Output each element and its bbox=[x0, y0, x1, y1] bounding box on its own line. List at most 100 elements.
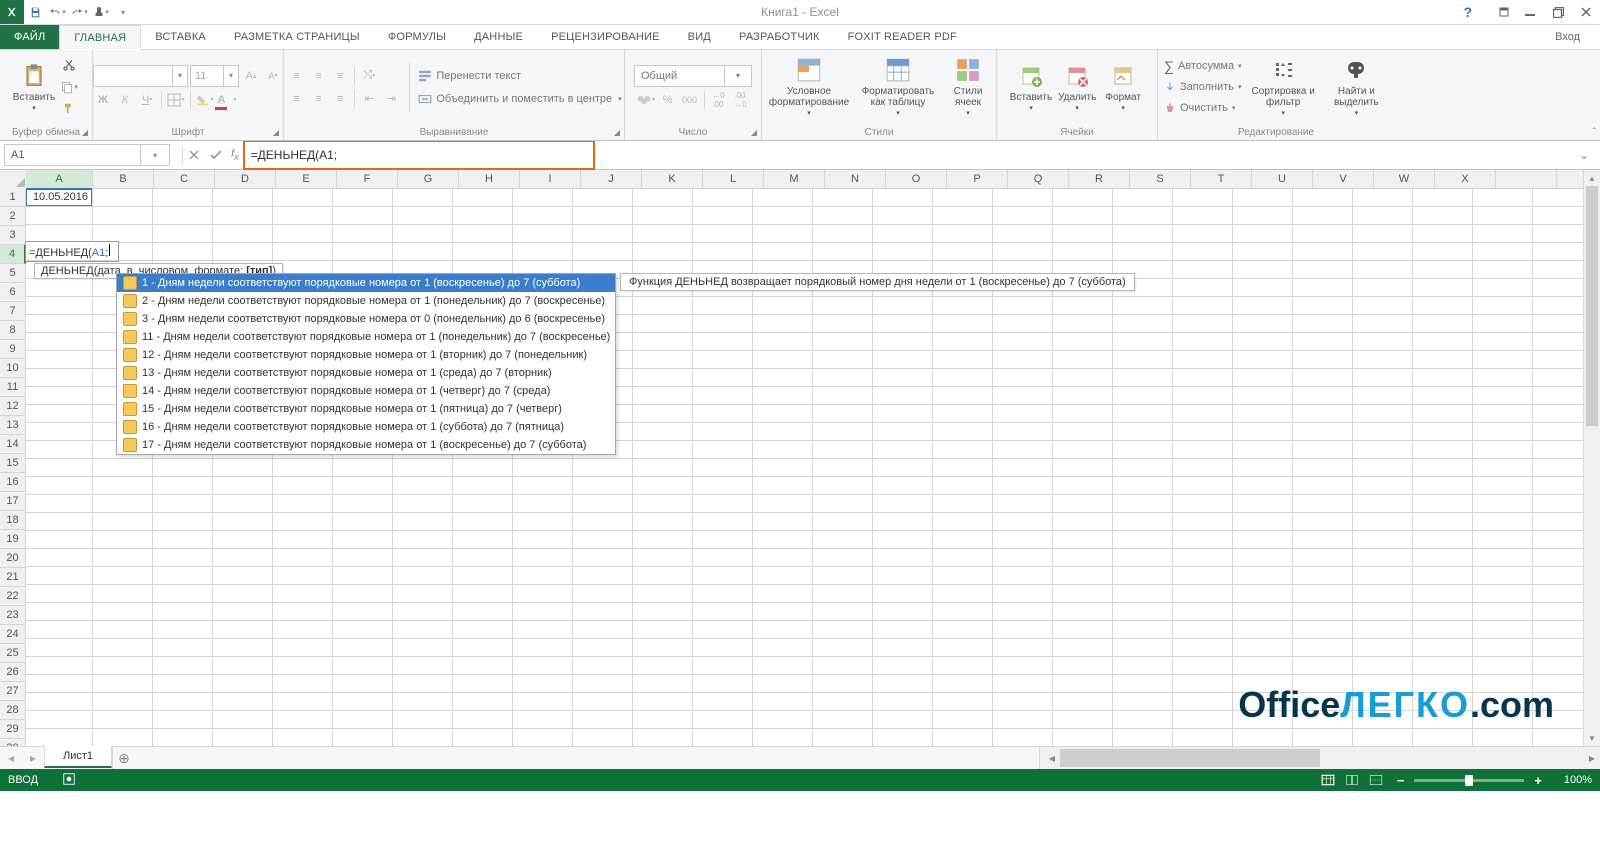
dropdown-item[interactable]: 13 - Дням недели соответствуют порядковы… bbox=[117, 364, 615, 382]
cancel-formula-icon[interactable] bbox=[183, 141, 205, 169]
row-header-27[interactable]: 27 bbox=[0, 682, 26, 701]
row-header-4[interactable]: 4 bbox=[0, 245, 26, 264]
row-header-1[interactable]: 1 bbox=[0, 188, 26, 207]
tab-view[interactable]: ВИД bbox=[674, 25, 725, 49]
cell-a1[interactable]: 10.05.2016 bbox=[26, 188, 92, 206]
borders-icon[interactable]: ▾ bbox=[166, 90, 186, 110]
row-header-18[interactable]: 18 bbox=[0, 511, 26, 530]
dropdown-item[interactable]: 12 - Дням недели соответствуют порядковы… bbox=[117, 346, 615, 364]
clear-button[interactable]: Очистить▾ bbox=[1164, 98, 1242, 118]
collapse-ribbon-icon[interactable]: ˆ bbox=[1593, 127, 1596, 138]
format-cells-button[interactable]: Формат▾ bbox=[1102, 54, 1144, 120]
increase-decimal-icon[interactable]: ←0.00 bbox=[709, 90, 729, 110]
row-header-30[interactable]: 30 bbox=[0, 739, 26, 746]
comma-format-icon[interactable]: 000 bbox=[680, 90, 700, 110]
column-header-G[interactable]: G bbox=[398, 170, 459, 189]
align-top-icon[interactable]: ≡ bbox=[286, 66, 306, 86]
insert-function-icon[interactable]: fx bbox=[231, 148, 239, 162]
minimize-button[interactable] bbox=[1516, 7, 1544, 17]
column-header-P[interactable]: P bbox=[947, 170, 1008, 189]
row-header-17[interactable]: 17 bbox=[0, 492, 26, 511]
fill-button[interactable]: Заполнить▾ bbox=[1164, 77, 1242, 97]
row-header-3[interactable]: 3 bbox=[0, 226, 26, 245]
column-header-T[interactable]: T bbox=[1191, 170, 1252, 189]
restore-button[interactable] bbox=[1544, 7, 1572, 18]
align-bottom-icon[interactable]: ≡ bbox=[330, 66, 350, 86]
column-header-U[interactable]: U bbox=[1252, 170, 1313, 189]
align-left-icon[interactable]: ≡ bbox=[286, 89, 306, 109]
column-header-W[interactable]: W bbox=[1374, 170, 1435, 189]
autosum-button[interactable]: ∑Автосумма▾ bbox=[1164, 56, 1242, 76]
tab-home[interactable]: ГЛАВНАЯ bbox=[59, 25, 141, 50]
clipboard-dialog-icon[interactable]: ◢ bbox=[82, 128, 88, 137]
row-header-13[interactable]: 13 bbox=[0, 416, 26, 435]
dropdown-item[interactable]: 1 - Дням недели соответствуют порядковые… bbox=[117, 274, 615, 292]
row-headers[interactable]: 1234567891011121314151617181920212223242… bbox=[0, 188, 26, 746]
dropdown-item[interactable]: 16 - Дням недели соответствуют порядковы… bbox=[117, 418, 615, 436]
sign-in-link[interactable]: Вход bbox=[1535, 25, 1600, 49]
expand-formula-bar-icon[interactable]: ⌄ bbox=[1576, 141, 1592, 169]
font-size-selector[interactable]: 11▾ bbox=[190, 65, 239, 87]
undo-icon[interactable]: ▾ bbox=[46, 0, 68, 24]
row-header-25[interactable]: 25 bbox=[0, 644, 26, 663]
enter-formula-icon[interactable] bbox=[205, 141, 227, 169]
dropdown-item[interactable]: 17 - Дням недели соответствуют порядковы… bbox=[117, 436, 615, 454]
normal-view-icon[interactable] bbox=[1317, 771, 1339, 789]
dropdown-item[interactable]: 2 - Дням недели соответствуют порядковые… bbox=[117, 292, 615, 310]
wrap-text-button[interactable]: Перенести текст bbox=[418, 66, 621, 86]
row-header-24[interactable]: 24 bbox=[0, 625, 26, 644]
column-header-J[interactable]: J bbox=[581, 170, 642, 189]
decrease-decimal-icon[interactable]: .00→0 bbox=[731, 90, 751, 110]
row-header-10[interactable]: 10 bbox=[0, 359, 26, 378]
copy-icon[interactable]: ▾ bbox=[59, 77, 79, 97]
decrease-indent-icon[interactable]: ⇤ bbox=[359, 89, 379, 109]
touch-mode-icon[interactable]: ▾ bbox=[90, 0, 112, 24]
tab-insert[interactable]: ВСТАВКА bbox=[141, 25, 220, 49]
cell-styles-button[interactable]: Стили ячеек▾ bbox=[943, 54, 993, 120]
row-header-15[interactable]: 15 bbox=[0, 454, 26, 473]
sheet-nav-next-icon[interactable]: ▸ bbox=[22, 747, 44, 769]
number-format-selector[interactable]: Общий▾ bbox=[634, 65, 752, 87]
column-header-B[interactable]: B bbox=[93, 170, 154, 189]
column-header-S[interactable]: S bbox=[1130, 170, 1191, 189]
row-header-19[interactable]: 19 bbox=[0, 530, 26, 549]
row-header-21[interactable]: 21 bbox=[0, 568, 26, 587]
dropdown-item[interactable]: 14 - Дням недели соответствуют порядковы… bbox=[117, 382, 615, 400]
dropdown-item[interactable]: 15 - Дням недели соответствуют порядковы… bbox=[117, 400, 615, 418]
italic-icon[interactable]: К bbox=[115, 90, 135, 110]
format-painter-icon[interactable] bbox=[59, 99, 79, 119]
tab-file[interactable]: ФАЙЛ bbox=[0, 25, 59, 49]
column-header-R[interactable]: R bbox=[1069, 170, 1130, 189]
worksheet-grid[interactable]: ABCDEFGHIJKLMNOPQRSTUVWX 123456789101112… bbox=[0, 170, 1600, 746]
column-header-K[interactable]: K bbox=[642, 170, 703, 189]
cell-a4-editing[interactable]: =ДЕНЬНЕД(A1; bbox=[26, 242, 118, 261]
column-header-N[interactable]: N bbox=[825, 170, 886, 189]
bold-icon[interactable]: Ж bbox=[93, 90, 113, 110]
function-argument-dropdown[interactable]: 1 - Дням недели соответствуют порядковые… bbox=[116, 273, 616, 455]
row-header-20[interactable]: 20 bbox=[0, 549, 26, 568]
grow-font-icon[interactable]: A▴ bbox=[241, 66, 261, 86]
align-center-icon[interactable]: ≡ bbox=[308, 89, 328, 109]
align-middle-icon[interactable]: ≡ bbox=[308, 66, 328, 86]
row-header-5[interactable]: 5 bbox=[0, 264, 26, 283]
align-right-icon[interactable]: ≡ bbox=[330, 89, 350, 109]
column-header-D[interactable]: D bbox=[215, 170, 276, 189]
row-header-12[interactable]: 12 bbox=[0, 397, 26, 416]
select-all-corner[interactable] bbox=[0, 170, 27, 189]
format-as-table-button[interactable]: Форматировать как таблицу▾ bbox=[857, 54, 939, 120]
row-header-16[interactable]: 16 bbox=[0, 473, 26, 492]
paste-button[interactable]: Вставить ▾ bbox=[13, 54, 55, 120]
name-box[interactable]: A1▾ bbox=[4, 144, 170, 166]
row-header-28[interactable]: 28 bbox=[0, 701, 26, 720]
row-header-11[interactable]: 11 bbox=[0, 378, 26, 397]
help-icon[interactable]: ? bbox=[1463, 4, 1472, 20]
tab-data[interactable]: ДАННЫЕ bbox=[460, 25, 537, 49]
row-header-8[interactable]: 8 bbox=[0, 321, 26, 340]
column-header-A[interactable]: A bbox=[26, 170, 93, 190]
row-header-14[interactable]: 14 bbox=[0, 435, 26, 454]
font-dialog-icon[interactable]: ◢ bbox=[273, 128, 279, 137]
column-header-L[interactable]: L bbox=[703, 170, 764, 189]
column-header-V[interactable]: V bbox=[1313, 170, 1374, 189]
tab-formulas[interactable]: ФОРМУЛЫ bbox=[374, 25, 460, 49]
percent-format-icon[interactable]: % bbox=[658, 90, 678, 110]
